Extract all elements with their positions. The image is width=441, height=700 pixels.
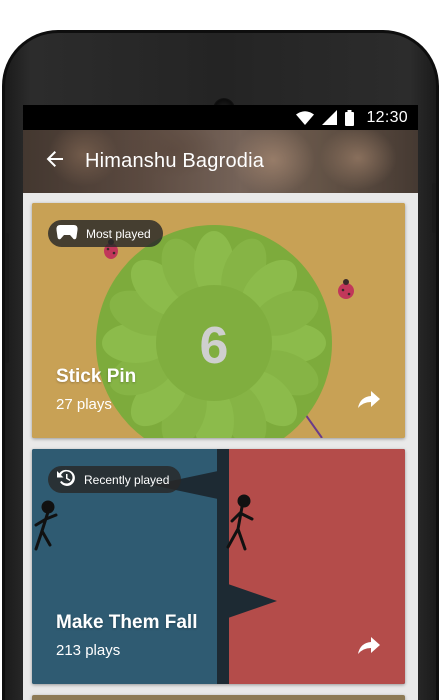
power-button [432,183,436,233]
stick-pin-score: 6 [200,317,229,375]
app-bar: Himanshu Bagrodia [23,130,418,193]
game-title: Stick Pin [56,366,137,387]
share-icon [358,390,380,414]
game-title: Make Them Fall [56,612,198,633]
status-time: 12:30 [366,108,408,126]
page-title: Himanshu Bagrodia [85,150,265,172]
share-button[interactable] [355,388,383,416]
game-card-make-them-fall[interactable]: Recently played Make Them Fall 213 plays [32,449,405,684]
share-button[interactable] [355,634,383,662]
cell-signal-icon [322,110,338,125]
share-icon [358,636,380,660]
wifi-icon [296,110,315,125]
back-button[interactable] [35,142,75,182]
history-icon [56,469,76,490]
battery-icon [345,109,355,126]
badge-label: Recently played [84,472,170,487]
screen: 12:30 Himanshu Bagrodia 6 Most played St… [23,105,418,700]
badge-label: Most played [86,226,151,241]
play-count: 27 plays [56,396,112,413]
play-count: 213 plays [56,642,121,659]
recently-played-badge: Recently played [48,466,182,493]
volume-button [5,233,9,363]
gamepad-icon [56,224,78,243]
arrow-back-icon [45,149,65,174]
status-bar: 12:30 [23,105,418,130]
game-card-partial[interactable] [32,695,405,700]
game-card-stick-pin[interactable]: 6 Most played Stick Pin 27 plays [32,203,405,438]
most-played-badge: Most played [48,220,163,247]
